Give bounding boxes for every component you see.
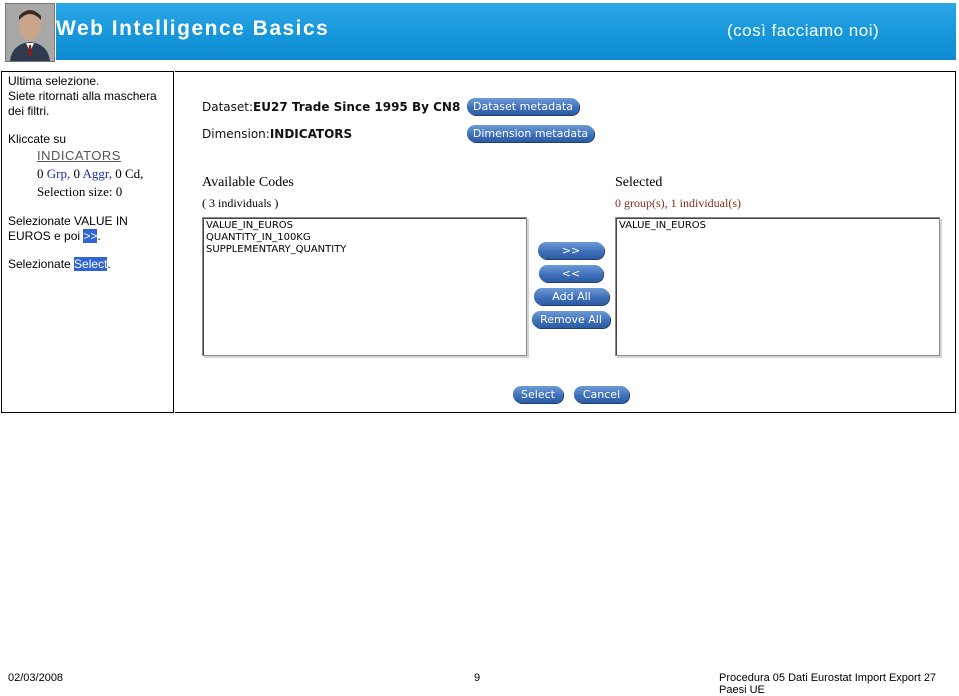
cancel-button[interactable]: Cancel: [574, 386, 629, 403]
cd-count: 0: [115, 166, 122, 181]
remove-all-button[interactable]: Remove All: [532, 311, 610, 328]
add-button[interactable]: >>: [538, 242, 604, 259]
dataset-line: Dataset:EU27 Trade Since 1995 By CN8: [202, 100, 460, 114]
footer-document-title: Procedura 05 Dati Eurostat Import Export…: [719, 672, 937, 696]
instruction-step-2: Selezionate Select.: [8, 257, 111, 272]
add-all-button[interactable]: Add All: [534, 288, 609, 305]
available-codes-count: ( 3 individuals ): [202, 196, 279, 210]
dimension-metadata-button[interactable]: Dimension metadata: [467, 125, 594, 142]
grp-label: Grp,: [46, 166, 71, 181]
step2-button-ref: Select: [74, 257, 108, 271]
page-subtitle: (così facciamo noi): [727, 21, 880, 40]
aggr-count: 0: [73, 166, 80, 181]
page-title: Web Intelligence Basics: [56, 17, 330, 40]
available-codes-list[interactable]: VALUE_IN_EUROS QUANTITY_IN_100KG SUPPLEM…: [202, 217, 527, 356]
instruction-line-3: dei filtri.: [8, 104, 50, 118]
dataset-value: EU27 Trade Since 1995 By CN8: [253, 100, 461, 114]
step1-end: .: [97, 229, 101, 243]
instruction-step-1b: EUROS e poi >>.: [8, 229, 101, 244]
author-photo: [5, 3, 55, 62]
dimension-value: INDICATORS: [269, 127, 353, 141]
cd-label: Cd,: [124, 166, 144, 181]
selected-title: Selected: [615, 175, 663, 190]
selected-codes-list[interactable]: VALUE_IN_EUROS: [615, 217, 940, 356]
selected-item[interactable]: VALUE_IN_EUROS: [619, 220, 936, 232]
step1-button-ref: >>: [83, 229, 98, 243]
dataset-label: Dataset:: [202, 100, 254, 114]
available-item[interactable]: VALUE_IN_EUROS: [206, 220, 523, 232]
dimension-line: Dimension:INDICATORS: [202, 127, 352, 141]
selected-count: 0 group(s), 1 individual(s): [615, 196, 741, 210]
available-item[interactable]: SUPPLEMENTARY_QUANTITY: [206, 244, 523, 256]
selection-size: Selection size: 0: [37, 184, 123, 199]
available-item[interactable]: QUANTITY_IN_100KG: [206, 232, 523, 244]
footer-date: 02/03/2008: [8, 672, 64, 684]
step2-end: .: [107, 257, 111, 271]
available-codes-title: Available Codes: [202, 175, 294, 190]
grp-count: 0: [37, 166, 44, 181]
instruction-line-1: Ultima selezione.: [8, 74, 100, 88]
step2-text: Selezionate: [8, 257, 75, 271]
instruction-line-2: Siete ritornati alla maschera: [8, 89, 157, 103]
select-button[interactable]: Select: [513, 386, 563, 403]
footer-page-number: 9: [474, 672, 481, 684]
group-counts: 0 Grp, 0 Aggr, 0 Cd,: [37, 166, 143, 182]
dataset-metadata-button[interactable]: Dataset metadata: [467, 98, 579, 115]
indicators-link[interactable]: INDICATORS: [37, 148, 121, 163]
instruction-line-4: Kliccate su: [8, 132, 67, 146]
dimension-label: Dimension:: [202, 127, 270, 141]
remove-button[interactable]: <<: [539, 265, 603, 282]
step1-text: EUROS e poi: [8, 229, 84, 243]
instruction-step-1a: Selezionate VALUE IN: [8, 214, 128, 228]
aggr-label: Aggr,: [82, 166, 112, 181]
